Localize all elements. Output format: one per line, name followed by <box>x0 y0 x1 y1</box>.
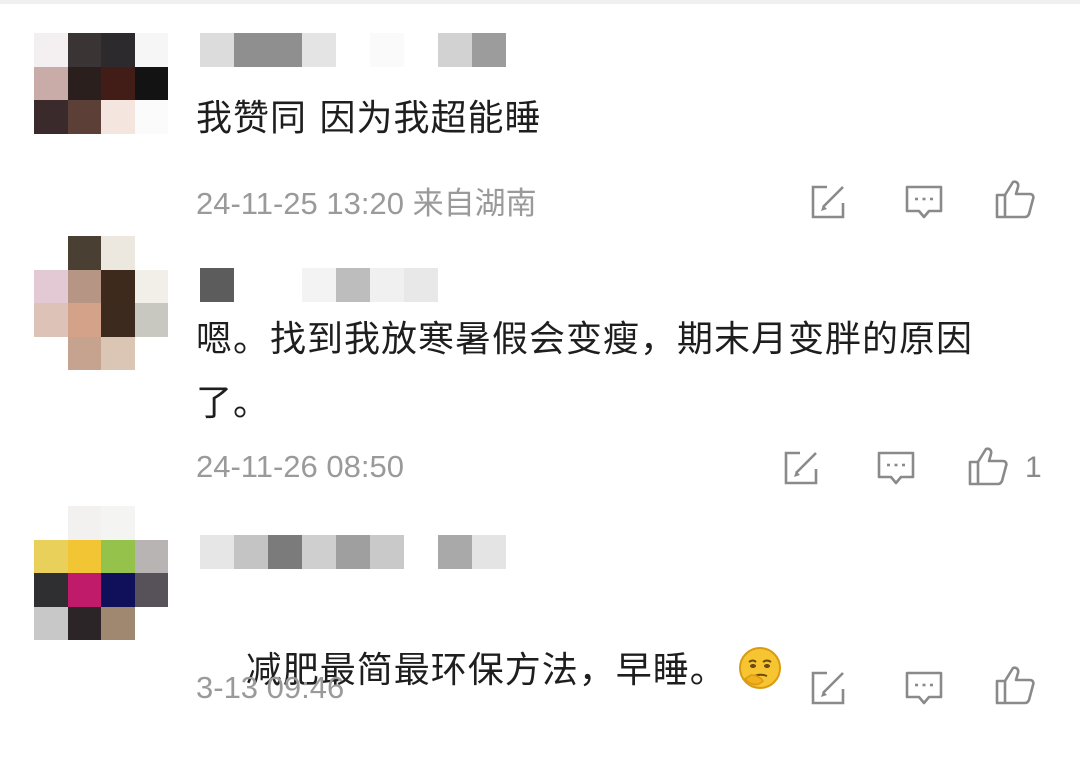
avatar-pixel <box>34 100 68 134</box>
avatar-pixel <box>101 100 135 134</box>
avatar-pixel <box>67 606 101 640</box>
avatar-pixel <box>101 33 135 67</box>
comment-meta: 24-11-26 08:50 <box>196 449 404 484</box>
avatar-pixel <box>101 303 135 337</box>
avatar-pixel <box>134 573 168 607</box>
avatar-pixel <box>134 133 168 167</box>
avatar-pixel <box>134 236 168 270</box>
edit-icon[interactable] <box>807 181 849 223</box>
avatar-pixel <box>34 573 68 607</box>
avatar-pixel <box>34 539 68 573</box>
avatar-pixel <box>67 303 101 337</box>
avatar-pixel <box>34 133 68 167</box>
avatar-pixel <box>34 606 68 640</box>
avatar-pixel <box>134 269 168 303</box>
avatar-pixel <box>101 506 135 540</box>
comment-icon[interactable] <box>903 667 945 709</box>
avatar-pixel <box>67 236 101 270</box>
comment-text: 嗯。找到我放寒暑假会变瘦，期末月变胖的原因了。 <box>196 319 974 424</box>
avatar-pixel <box>134 66 168 100</box>
top-divider <box>0 0 1080 4</box>
avatar-pixel <box>67 506 101 540</box>
avatar-pixel <box>67 573 101 607</box>
avatar-pixel <box>101 573 135 607</box>
avatar-pixel <box>34 66 68 100</box>
comment-meta: 24-11-25 13:20 来自湖南 <box>196 186 537 221</box>
thinking-face-emoji-icon <box>737 645 783 691</box>
avatar-pixel <box>134 336 168 370</box>
username-mosaic[interactable] <box>200 535 506 569</box>
avatar-pixel <box>101 133 135 167</box>
avatar-pixel <box>101 236 135 270</box>
avatar-pixel <box>101 606 135 640</box>
comment-text: 我赞同 因为我超能睡 <box>196 98 542 139</box>
edit-icon[interactable] <box>780 447 822 489</box>
avatar-pixel <box>67 66 101 100</box>
avatar-pixel <box>34 506 68 540</box>
avatar-pixel <box>34 33 68 67</box>
avatar-pixel <box>67 133 101 167</box>
comment-icon[interactable] <box>875 447 917 489</box>
avatar-pixel <box>134 606 168 640</box>
avatar-pixel <box>67 539 101 573</box>
avatar-pixel <box>67 336 101 370</box>
avatar-pixel <box>134 506 168 540</box>
avatar-pixel <box>101 539 135 573</box>
thumbs-up-icon[interactable] <box>994 178 1036 220</box>
avatar-pixel <box>134 33 168 67</box>
thumbs-up-icon[interactable] <box>967 445 1009 487</box>
like-count: 1 <box>1025 451 1042 484</box>
thumbs-up-icon[interactable] <box>994 664 1036 706</box>
avatar-pixel <box>34 269 68 303</box>
avatar-pixel <box>67 33 101 67</box>
comment-icon[interactable] <box>903 181 945 223</box>
avatar[interactable] <box>34 506 168 640</box>
avatar-pixel <box>134 100 168 134</box>
avatar-pixel <box>34 236 68 270</box>
avatar-pixel <box>101 269 135 303</box>
avatar[interactable] <box>34 33 168 167</box>
username-mosaic[interactable] <box>200 268 438 302</box>
comment-meta: 3-13 09:46 <box>196 670 345 705</box>
avatar[interactable] <box>34 236 168 370</box>
avatar-pixel <box>134 303 168 337</box>
avatar-pixel <box>67 100 101 134</box>
avatar-pixel <box>134 539 168 573</box>
edit-icon[interactable] <box>807 667 849 709</box>
username-mosaic[interactable] <box>200 33 506 67</box>
avatar-pixel <box>101 66 135 100</box>
avatar-pixel <box>101 336 135 370</box>
avatar-pixel <box>34 336 68 370</box>
avatar-pixel <box>67 269 101 303</box>
avatar-pixel <box>34 303 68 337</box>
